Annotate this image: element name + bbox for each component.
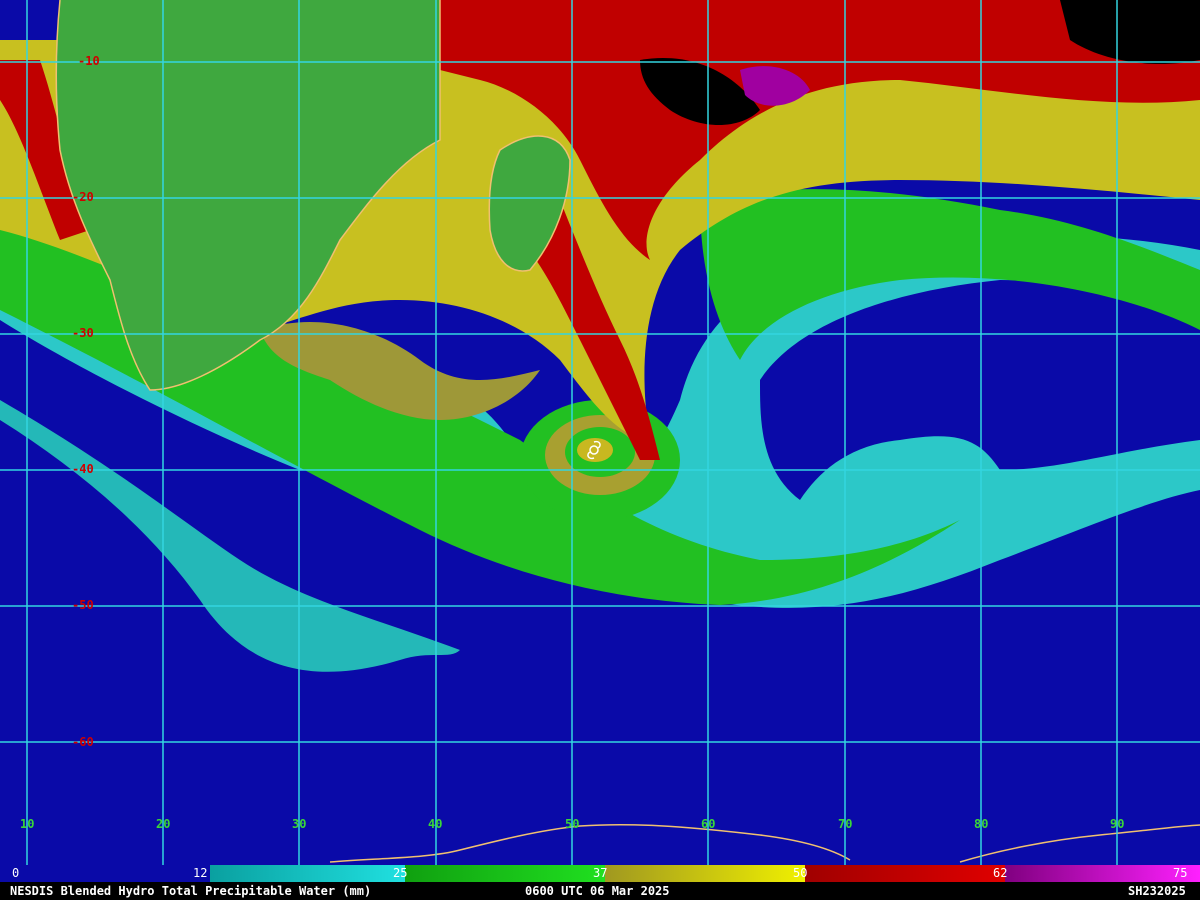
colorbar-segment-50-62	[805, 865, 1005, 882]
colorbar-segment-0-12	[0, 865, 210, 882]
lat-label-30s: -30	[72, 326, 94, 340]
colorbar-segment-12-25	[210, 865, 405, 882]
colorbar-tick-50: 50	[793, 866, 808, 880]
product-title: NESDIS Blended Hydro Total Precipitable …	[10, 884, 372, 898]
lon-label-80e: 80	[974, 817, 989, 831]
lon-label-70e: 70	[838, 817, 853, 831]
lon-label-90e: 90	[1110, 817, 1125, 831]
tpw-colorbar: 0 12 25 37 50 62 75	[0, 865, 1200, 882]
lon-label-60e: 60	[701, 817, 716, 831]
tpw-map-view: -10 -20 -30 -40 -50 -60 10 20 30 40 50 6…	[0, 0, 1200, 900]
colorbar-tick-75: 75	[1173, 866, 1188, 880]
precipitable-water-map	[0, 0, 1200, 865]
lon-label-10e: 10	[20, 817, 35, 831]
lat-label-10s: -10	[78, 54, 100, 68]
lat-label-20s: -20	[72, 190, 94, 204]
colorbar-tick-25: 25	[393, 866, 408, 880]
colorbar-tick-37: 37	[593, 866, 608, 880]
colorbar-segment-25-37	[405, 865, 605, 882]
lon-label-30e: 30	[292, 817, 307, 831]
lon-label-40e: 40	[428, 817, 443, 831]
storm-id: SH232025	[1128, 884, 1186, 898]
valid-time: 0600 UTC 06 Mar 2025	[525, 884, 670, 898]
colorbar-segment-62-75	[1005, 865, 1200, 882]
lon-label-50e: 50	[565, 817, 580, 831]
product-footer: NESDIS Blended Hydro Total Precipitable …	[0, 882, 1200, 900]
colorbar-tick-0: 0	[12, 866, 20, 880]
colorbar-tick-62: 62	[993, 866, 1008, 880]
lat-label-60s: -60	[72, 735, 94, 749]
lat-label-50s: -50	[72, 598, 94, 612]
lon-label-20e: 20	[156, 817, 171, 831]
colorbar-segment-37-50	[605, 865, 805, 882]
lat-label-40s: -40	[72, 462, 94, 476]
colorbar-tick-12: 12	[193, 866, 208, 880]
